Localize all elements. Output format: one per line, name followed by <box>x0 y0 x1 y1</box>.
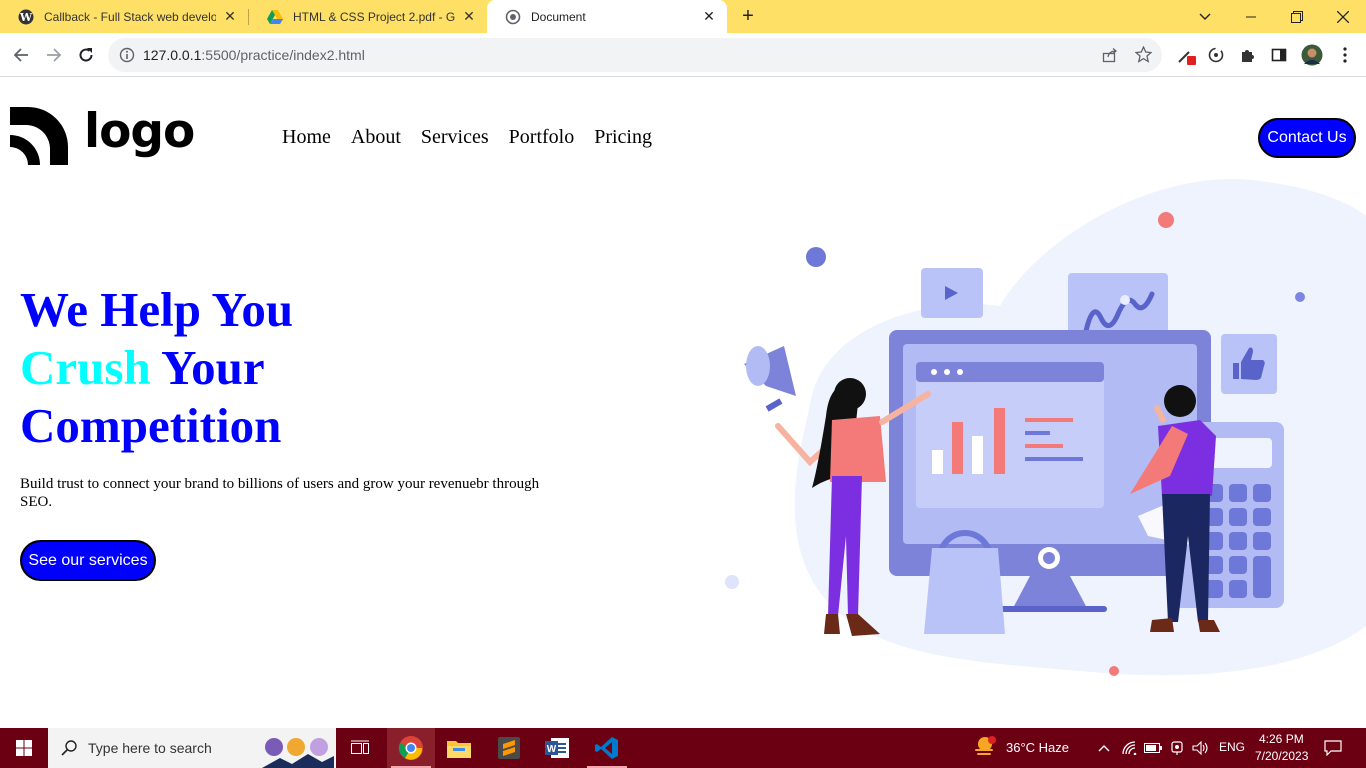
weather-text[interactable]: 36°C Haze <box>1006 740 1069 755</box>
svg-text:W: W <box>19 11 33 24</box>
language-indicator[interactable]: ENG <box>1219 740 1245 754</box>
windows-taskbar: Type here to search W 36°C Haze ENG 4:26… <box>0 728 1366 768</box>
hero-line-3: Competition <box>20 398 282 453</box>
browser-tab-pdf[interactable]: HTML & CSS Project 2.pdf - Goo ✕ <box>249 0 487 33</box>
restore-button[interactable] <box>1274 0 1320 33</box>
nav-link-services[interactable]: Services <box>421 126 489 149</box>
reload-button[interactable] <box>73 42 99 68</box>
battery-icon[interactable] <box>1143 738 1163 758</box>
sync-extension-icon[interactable] <box>1205 44 1227 66</box>
address-bar[interactable]: 127.0.0.1:5500/practice/index2.html <box>108 38 1162 72</box>
close-window-button[interactable] <box>1320 0 1366 33</box>
clock-date[interactable]: 7/20/2023 <box>1255 749 1308 763</box>
nav-link-pricing[interactable]: Pricing <box>594 126 652 149</box>
minimize-button[interactable] <box>1228 0 1274 33</box>
weather-icon[interactable] <box>973 736 997 763</box>
nav-link-portfolio[interactable]: Portfolo <box>509 126 575 149</box>
search-placeholder: Type here to search <box>88 740 212 756</box>
wordpress-icon: W <box>18 9 34 25</box>
svg-text:W: W <box>547 744 557 755</box>
tab-search-icon[interactable] <box>1182 0 1228 33</box>
windows-start-icon[interactable] <box>0 728 48 768</box>
back-button[interactable] <box>8 42 34 68</box>
hero-accent-word: Crush <box>20 340 151 395</box>
file-explorer-taskbar-icon[interactable] <box>435 728 483 768</box>
task-view-icon[interactable] <box>336 728 384 768</box>
close-tab-icon[interactable]: ✕ <box>701 8 717 25</box>
bookmark-star-icon[interactable] <box>1134 45 1153 68</box>
main-nav: Home About Services Portfolo Pricing <box>282 126 652 149</box>
hero-line-2-rest: Your <box>150 340 265 395</box>
taskbar-search-box[interactable]: Type here to search <box>48 728 336 768</box>
volume-icon[interactable] <box>1191 738 1211 758</box>
profile-avatar[interactable] <box>1301 44 1323 66</box>
logo-text[interactable]: logo <box>84 102 195 162</box>
browser-menu-icon[interactable] <box>1334 44 1356 66</box>
show-hidden-icons-chevron[interactable] <box>1094 738 1114 758</box>
contact-us-button[interactable]: Contact Us <box>1258 118 1356 158</box>
side-panel-icon[interactable] <box>1268 44 1290 66</box>
browser-toolbar: 127.0.0.1:5500/practice/index2.html <box>0 33 1366 77</box>
hero-line-1: We Help You <box>20 282 294 337</box>
search-highlight-icon[interactable] <box>262 736 334 768</box>
browser-tab-strip: W Callback - Full Stack web develop ✕ HT… <box>0 0 1366 33</box>
eyedropper-extension-icon[interactable] <box>1175 44 1197 66</box>
new-tab-button[interactable]: + <box>736 5 760 29</box>
close-tab-icon[interactable]: ✕ <box>461 8 477 25</box>
hero-heading: We Help You Crush Your Competition <box>20 281 293 455</box>
nav-link-home[interactable]: Home <box>282 126 331 149</box>
clock-time[interactable]: 4:26 PM <box>1259 732 1304 746</box>
globe-icon <box>505 9 521 25</box>
site-info-icon[interactable] <box>119 47 135 68</box>
logo-icon[interactable] <box>10 107 68 170</box>
close-tab-icon[interactable]: ✕ <box>222 8 238 25</box>
chrome-taskbar-icon[interactable] <box>387 728 435 768</box>
see-our-services-button[interactable]: See our services <box>20 540 156 581</box>
meet-now-icon[interactable] <box>1167 738 1187 758</box>
vscode-taskbar-icon[interactable] <box>583 728 631 768</box>
browser-tab-callback[interactable]: W Callback - Full Stack web develop ✕ <box>0 0 248 33</box>
extensions-puzzle-icon[interactable] <box>1237 44 1259 66</box>
hero-illustration <box>700 176 1366 691</box>
word-taskbar-icon[interactable]: W <box>533 728 581 768</box>
browser-tab-document[interactable]: Document ✕ <box>487 0 727 33</box>
web-page: logo Home About Services Portfolo Pricin… <box>0 78 1366 728</box>
hero-subtitle: Build trust to connect your brand to bil… <box>20 476 540 510</box>
url-text: 127.0.0.1:5500/practice/index2.html <box>143 47 365 63</box>
notifications-icon[interactable] <box>1323 738 1343 758</box>
share-icon[interactable] <box>1102 47 1118 68</box>
google-drive-icon <box>267 9 283 25</box>
forward-button[interactable] <box>41 42 67 68</box>
network-icon[interactable] <box>1120 738 1140 758</box>
sublime-text-taskbar-icon[interactable] <box>485 728 533 768</box>
search-icon <box>61 740 77 761</box>
nav-link-about[interactable]: About <box>351 126 401 149</box>
